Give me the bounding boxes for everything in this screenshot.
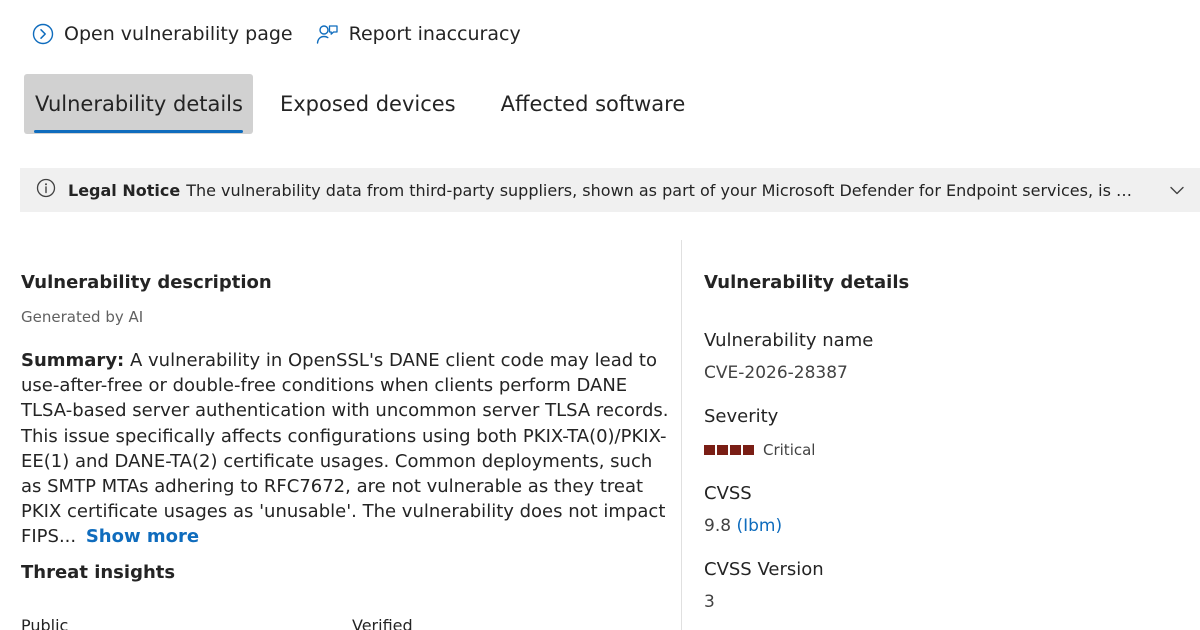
person-feedback-icon [315,22,339,46]
tab-vulnerability-details[interactable]: Vulnerability details [24,74,253,134]
report-inaccuracy-button[interactable]: Report inaccuracy [315,22,521,46]
summary-label: Summary: [21,350,125,371]
summary-body: A vulnerability in OpenSSL's DANE client… [21,350,669,548]
severity-bars [704,445,754,455]
legal-notice-text: The vulnerability data from third-party … [186,180,1146,200]
severity-label: Severity [704,406,779,427]
threat-verified-label: Verified [352,616,413,630]
cvss-version-label: CVSS Version [704,559,824,580]
summary-text: Summary: A vulnerability in OpenSSL's DA… [21,348,671,550]
severity-bar [717,445,728,455]
chevron-down-icon[interactable] [1168,181,1186,203]
active-tab-indicator [34,130,243,133]
description-title: Vulnerability description [21,272,272,293]
page: Open vulnerability page Report inaccurac… [0,0,1200,630]
show-more-link[interactable]: Show more [86,526,199,547]
chevron-right-circle-icon [32,23,54,45]
tab-affected-software[interactable]: Affected software [490,74,704,134]
severity-bar [730,445,741,455]
generated-by-ai-label: Generated by AI [21,308,144,326]
threat-insights-title: Threat insights [21,562,176,583]
open-vulnerability-page-button[interactable]: Open vulnerability page [32,23,293,45]
legal-notice-title: Legal Notice [68,180,181,200]
tab-label: Affected software [500,92,686,116]
severity-bar [743,445,754,455]
report-inaccuracy-label: Report inaccuracy [348,23,521,45]
vulnerability-name-value: CVE-2026-28387 [704,363,848,383]
legal-notice-banner: Legal Notice The vulnerability data from… [20,168,1200,212]
cvss-value: 9.8 (Ibm) [704,516,782,536]
open-vulnerability-page-label: Open vulnerability page [64,23,293,45]
details-title: Vulnerability details [704,272,910,293]
cvss-source-link[interactable]: (Ibm) [736,516,782,536]
cvss-label: CVSS [704,483,752,504]
tab-list: Vulnerability details Exposed devices Af… [24,74,703,134]
cvss-score: 9.8 [704,516,732,536]
tab-label: Exposed devices [279,92,456,116]
vulnerability-details-panel: Vulnerability details Vulnerability name… [704,272,1184,612]
column-divider [681,240,682,630]
tab-exposed-devices[interactable]: Exposed devices [269,74,474,134]
vulnerability-name-label: Vulnerability name [704,330,874,351]
cvss-version-value: 3 [704,592,715,612]
info-icon [36,178,56,202]
tab-label: Vulnerability details [35,92,243,116]
severity-value: Critical [704,441,815,459]
severity-text: Critical [763,441,816,459]
threat-public-label: Public [21,616,69,630]
severity-bar [704,445,715,455]
action-bar: Open vulnerability page Report inaccurac… [32,22,521,46]
vulnerability-description-section: Vulnerability description Generated by A… [21,272,671,550]
